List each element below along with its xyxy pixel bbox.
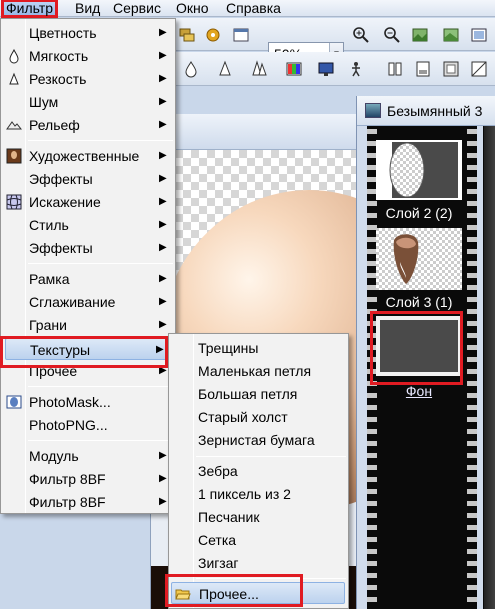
menu-item-old-canvas[interactable]: Старый холст [171, 406, 347, 428]
menu-item-1-pixel-of-2[interactable]: 1 пиксель из 2 [171, 483, 347, 505]
layer-label-background[interactable]: Фон [376, 383, 462, 399]
highlight-box-other-textures [165, 574, 303, 607]
chevron-right-icon: ▶ [159, 319, 167, 330]
menu-service[interactable]: Сервис [113, 0, 161, 17]
document-icon [365, 103, 381, 118]
menu-item-effects-1[interactable]: Эффекты ▶ [3, 168, 173, 190]
menu-item-edges[interactable]: Грани ▶ [3, 314, 173, 336]
sharpen-icon[interactable] [216, 60, 234, 78]
monitor-icon[interactable] [317, 60, 335, 78]
chevron-right-icon: ▶ [159, 473, 167, 484]
menu-item-cracks[interactable]: Трещины [171, 337, 347, 359]
frame-icon[interactable] [442, 60, 460, 78]
menu-item-photopng[interactable]: PhotoPNG... [3, 414, 173, 436]
full-screen-icon[interactable] [470, 26, 488, 44]
menu-item-soften[interactable]: Мягкость ▶ [3, 45, 173, 67]
menu-separator [196, 456, 346, 457]
menu-item-module[interactable]: Модуль ▶ [3, 445, 173, 467]
chevron-right-icon: ▶ [159, 96, 167, 107]
menu-item-zigzag[interactable]: Зигзаг [171, 552, 347, 574]
film-perforation [467, 126, 477, 609]
menu-help[interactable]: Справка [226, 0, 281, 17]
menu-window[interactable]: Окно [176, 0, 209, 17]
menu-item-effects-2[interactable]: Эффекты ▶ [3, 237, 173, 259]
drop-icon[interactable] [182, 60, 200, 78]
layers-filmstrip-secondary [483, 126, 495, 609]
menu-item-chromaticity[interactable]: Цветность ▶ [3, 22, 173, 44]
document-title: Безымянный 3 [387, 103, 483, 119]
layer-label-layer3[interactable]: Слой 3 (1) [376, 294, 462, 310]
chevron-right-icon: ▶ [159, 196, 167, 207]
color-palette-icon[interactable] [285, 60, 303, 78]
menu-item-filter-8bf-1[interactable]: Фильтр 8BF ▶ [3, 468, 173, 490]
menu-item-grainy-paper[interactable]: Зернистая бумага [171, 429, 347, 451]
menu-item-smoothing[interactable]: Сглаживание ▶ [3, 291, 173, 313]
gear-icon[interactable] [204, 26, 222, 44]
menu-item-noise[interactable]: Шум ▶ [3, 91, 173, 113]
chevron-right-icon: ▶ [159, 173, 167, 184]
chevron-right-icon: ▶ [159, 242, 167, 253]
edge-icon[interactable] [470, 60, 488, 78]
grid-distort-icon [6, 194, 22, 210]
highlight-box-background-layer [370, 311, 463, 385]
image-window-titlebar[interactable] [151, 114, 356, 150]
photomask-icon [6, 394, 22, 410]
menu-item-style[interactable]: Стиль ▶ [3, 214, 173, 236]
menu-bar: Фильтр Вид Сервис Окно Справка [0, 0, 495, 18]
chevron-right-icon: ▶ [159, 73, 167, 84]
layer-thumb-layer2[interactable] [376, 140, 462, 200]
fit-image-icon[interactable] [411, 26, 429, 44]
emboss-icon [6, 117, 23, 133]
chevron-right-icon: ▶ [159, 150, 167, 161]
layer-label-layer2[interactable]: Слой 2 (2) [376, 205, 462, 221]
menu-separator [28, 140, 173, 141]
menu-item-filter-8bf-2[interactable]: Фильтр 8BF ▶ [3, 491, 173, 513]
drop-outline-icon [6, 71, 22, 87]
zoom-in-icon[interactable] [352, 26, 370, 44]
chevron-right-icon: ▶ [159, 496, 167, 507]
menu-item-big-loop[interactable]: Большая петля [171, 383, 347, 405]
chevron-right-icon: ▶ [159, 273, 167, 284]
highlight-box-textures [0, 336, 168, 368]
columns-icon[interactable] [386, 60, 404, 78]
chevron-right-icon: ▶ [159, 450, 167, 461]
chevron-right-icon: ▶ [159, 50, 167, 61]
figure-icon[interactable] [347, 60, 365, 78]
filter-menu: Цветность ▶ Мягкость ▶ Резкость ▶ Шум ▶ Рель… [0, 18, 176, 514]
chevron-right-icon: ▶ [159, 27, 167, 38]
window-icon[interactable] [232, 26, 250, 44]
menu-item-frame[interactable]: Рамка ▶ [3, 268, 173, 290]
menu-item-sharpen[interactable]: Резкость ▶ [3, 68, 173, 90]
layers-icon[interactable] [178, 26, 196, 44]
page-icon[interactable] [414, 60, 432, 78]
textures-submenu: Трещины Маленькая петля Большая петля Ст… [168, 333, 349, 609]
menu-filter[interactable]: Фильтр [1, 0, 59, 18]
menu-separator [28, 386, 173, 387]
menu-item-artistic[interactable]: Художественные ▶ [3, 145, 173, 167]
chevron-right-icon: ▶ [159, 219, 167, 230]
menu-item-emboss[interactable]: Рельеф ▶ [3, 114, 173, 136]
menu-item-distort[interactable]: Искажение ▶ [3, 191, 173, 213]
drop-icon [6, 48, 22, 64]
menu-item-photomask[interactable]: PhotoMask... [3, 391, 173, 413]
zoom-out-icon[interactable] [383, 26, 401, 44]
menu-separator [28, 263, 173, 264]
sharpen-more-icon[interactable] [250, 60, 268, 78]
menu-item-sandstone[interactable]: Песчаник [171, 506, 347, 528]
menu-item-small-loop[interactable]: Маленькая петля [171, 360, 347, 382]
menu-view[interactable]: Вид [75, 0, 100, 17]
menu-separator [28, 440, 173, 441]
layer-thumb-layer3[interactable] [376, 228, 462, 290]
chevron-right-icon: ▶ [159, 296, 167, 307]
menu-item-zebra[interactable]: Зебра [171, 460, 347, 482]
chevron-right-icon: ▶ [159, 119, 167, 130]
menu-item-grid[interactable]: Сетка [171, 529, 347, 551]
layers-palette-title[interactable]: Безымянный 3 [357, 96, 495, 126]
portrait-icon [6, 148, 22, 164]
actual-size-icon[interactable] [442, 26, 460, 44]
